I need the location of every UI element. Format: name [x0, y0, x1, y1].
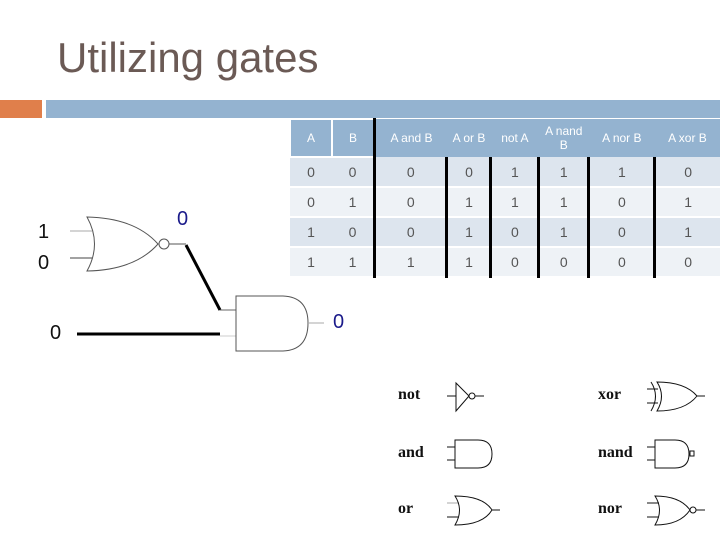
- and-gate-icon: [447, 439, 493, 469]
- or-gate-icon: [447, 495, 500, 526]
- nand-gate-icon: [647, 439, 695, 469]
- gate-legend-icons: [447, 381, 705, 526]
- xor-gate-icon: [647, 381, 705, 412]
- not-gate-icon: [447, 381, 484, 413]
- nor-gate-icon: [647, 495, 705, 526]
